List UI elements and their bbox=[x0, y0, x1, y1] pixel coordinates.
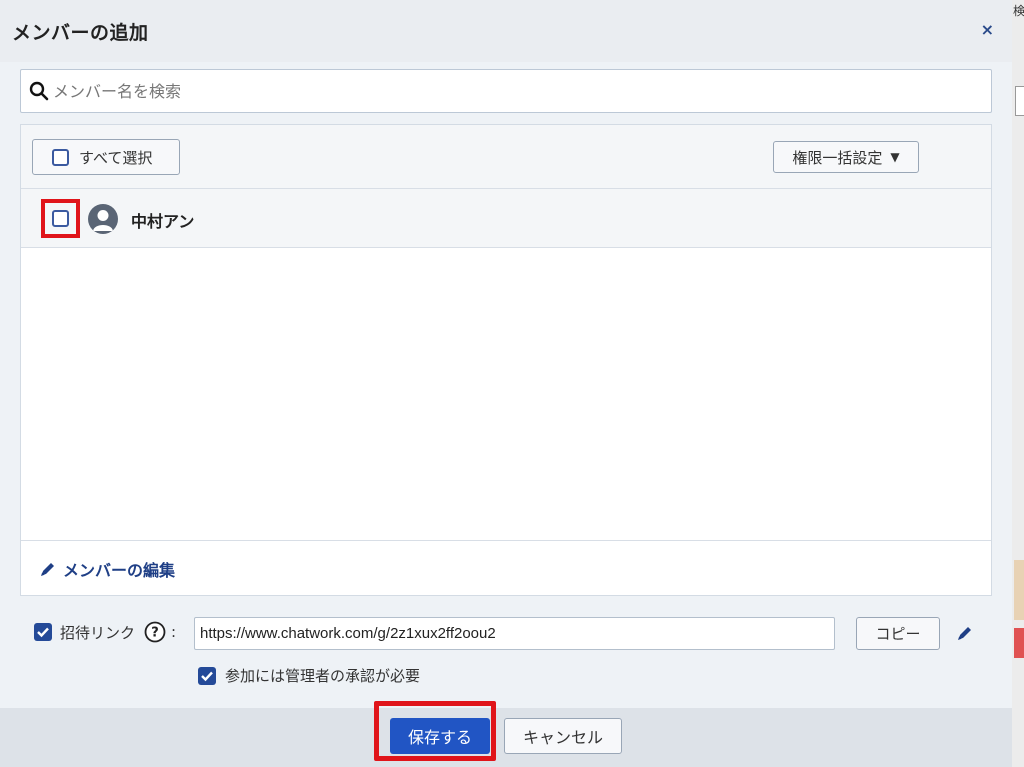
invite-url-field[interactable] bbox=[194, 617, 835, 650]
background-text: 検 bbox=[1013, 4, 1024, 18]
svg-text:?: ? bbox=[151, 626, 159, 641]
dialog-title: メンバーの追加 bbox=[12, 21, 149, 44]
member-name: 中村アン bbox=[131, 212, 195, 231]
close-button[interactable]: × bbox=[981, 20, 994, 39]
approval-checkbox[interactable] bbox=[198, 666, 216, 685]
user-icon bbox=[93, 210, 113, 231]
caret-down-icon: ▼ bbox=[890, 150, 900, 164]
edit-members-link[interactable]: メンバーの編集 bbox=[39, 557, 175, 581]
cancel-button[interactable]: キャンセル bbox=[504, 718, 622, 754]
search-box bbox=[20, 69, 992, 113]
select-all-checkbox[interactable] bbox=[52, 148, 69, 166]
bulk-role-label: 権限一括設定 bbox=[792, 148, 883, 167]
invite-link-label: 招待リンク bbox=[60, 624, 136, 642]
copy-button[interactable]: コピー bbox=[856, 617, 940, 650]
search-icon bbox=[29, 81, 49, 101]
member-checkbox[interactable] bbox=[52, 210, 69, 227]
background-input-fragment bbox=[1015, 86, 1024, 116]
member-toolbar: すべて選択 権限一括設定 ▼ bbox=[21, 125, 991, 189]
avatar bbox=[88, 204, 118, 234]
invite-link-colon: : bbox=[171, 623, 177, 641]
select-all-button[interactable]: すべて選択 bbox=[32, 139, 180, 175]
background-red-block bbox=[1014, 628, 1024, 658]
checkmark-icon bbox=[201, 671, 213, 681]
approval-label: 参加には管理者の承認が必要 bbox=[225, 667, 421, 685]
pencil-icon bbox=[41, 563, 54, 576]
search-input[interactable] bbox=[53, 70, 991, 112]
bulk-role-dropdown[interactable]: 権限一括設定 ▼ bbox=[773, 141, 919, 173]
help-icon[interactable]: ? bbox=[144, 621, 166, 643]
checkmark-icon bbox=[37, 627, 49, 638]
pencil-icon[interactable] bbox=[956, 624, 974, 642]
member-row: 中村アン bbox=[21, 189, 991, 248]
save-button[interactable]: 保存する bbox=[390, 718, 490, 754]
select-all-label: すべて選択 bbox=[79, 148, 153, 167]
dialog-footer: 保存する キャンセル bbox=[0, 701, 1012, 767]
background-block bbox=[1014, 560, 1024, 620]
background-app: 検 bbox=[1012, 0, 1024, 767]
member-panel: すべて選択 権限一括設定 ▼ 中村アン メンバーの編集 bbox=[20, 124, 992, 596]
invite-link-row: 招待リンク ? : コピー bbox=[34, 617, 994, 651]
invite-link-checkbox[interactable] bbox=[34, 623, 52, 641]
edit-members-label: メンバーの編集 bbox=[63, 561, 176, 580]
add-member-dialog: メンバーの追加 × すべて選択 権限一括設定 ▼ bbox=[0, 0, 1012, 767]
dialog-header: メンバーの追加 × bbox=[0, 0, 1012, 62]
member-list-empty-area bbox=[21, 248, 991, 541]
member-checkbox-highlight bbox=[41, 199, 80, 238]
approval-row: 参加には管理者の承認が必要 bbox=[198, 665, 420, 686]
